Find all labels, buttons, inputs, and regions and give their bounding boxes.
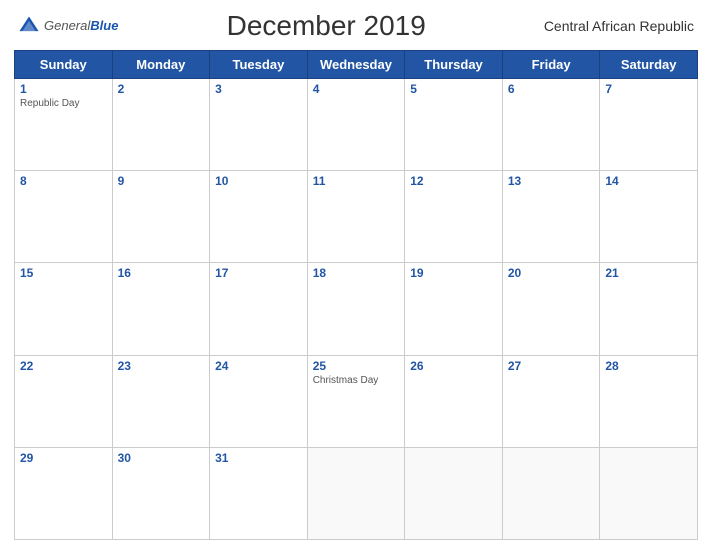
list-item: 20 [502, 263, 600, 355]
day-number: 30 [118, 451, 205, 465]
list-item: 30 [112, 447, 210, 539]
day-number: 21 [605, 266, 692, 280]
table-row: 89 10 11 12 13 14 [15, 171, 698, 263]
list-item: 2 [112, 79, 210, 171]
country-name: Central African Republic [534, 18, 694, 34]
col-wednesday: Wednesday [307, 51, 405, 79]
table-row: 15 16 17 18 19 20 21 [15, 263, 698, 355]
table-row: 1 Republic Day 234567 [15, 79, 698, 171]
list-item: 18 [307, 263, 405, 355]
list-item: 11 [307, 171, 405, 263]
col-tuesday: Tuesday [210, 51, 308, 79]
day-number: 26 [410, 359, 497, 373]
day-number: 4 [313, 82, 400, 96]
day-number: 16 [118, 266, 205, 280]
list-item: 3 [210, 79, 308, 171]
list-item: 8 [15, 171, 113, 263]
day-number: 28 [605, 359, 692, 373]
days-of-week-row: Sunday Monday Tuesday Wednesday Thursday… [15, 51, 698, 79]
day-number: 20 [508, 266, 595, 280]
list-item: 31 [210, 447, 308, 539]
day-number: 29 [20, 451, 107, 465]
day-number: 27 [508, 359, 595, 373]
list-item: 16 [112, 263, 210, 355]
list-item: 10 [210, 171, 308, 263]
list-item [502, 447, 600, 539]
list-item: 28 [600, 355, 698, 447]
holiday-name: Christmas Day [313, 375, 400, 386]
month-title: December 2019 [118, 10, 534, 42]
day-number: 11 [313, 174, 400, 188]
day-number: 22 [20, 359, 107, 373]
day-number: 24 [215, 359, 302, 373]
list-item: 14 [600, 171, 698, 263]
list-item: 26 [405, 355, 503, 447]
list-item: 5 [405, 79, 503, 171]
day-number: 31 [215, 451, 302, 465]
day-number: 3 [215, 82, 302, 96]
list-item [405, 447, 503, 539]
holiday-name: Republic Day [20, 98, 107, 109]
day-number: 18 [313, 266, 400, 280]
list-item: 24 [210, 355, 308, 447]
logo-general: General [44, 18, 90, 33]
logo-text: GeneralBlue [44, 17, 118, 35]
day-number: 17 [215, 266, 302, 280]
calendar-container: GeneralBlue December 2019 Central Africa… [0, 0, 712, 550]
logo: GeneralBlue [18, 15, 118, 37]
col-monday: Monday [112, 51, 210, 79]
list-item [600, 447, 698, 539]
day-number: 10 [215, 174, 302, 188]
day-number: 25 [313, 359, 400, 373]
list-item: 15 [15, 263, 113, 355]
day-number: 6 [508, 82, 595, 96]
list-item: 9 [112, 171, 210, 263]
table-row: 22 23 24 25 Christmas Day 26 27 28 [15, 355, 698, 447]
list-item: 12 [405, 171, 503, 263]
list-item [307, 447, 405, 539]
list-item: 21 [600, 263, 698, 355]
list-item: 22 [15, 355, 113, 447]
list-item: 7 [600, 79, 698, 171]
list-item: 27 [502, 355, 600, 447]
day-number: 7 [605, 82, 692, 96]
list-item: 23 [112, 355, 210, 447]
day-number: 1 [20, 82, 107, 96]
day-number: 13 [508, 174, 595, 188]
day-number: 14 [605, 174, 692, 188]
day-number: 9 [118, 174, 205, 188]
logo-icon [18, 15, 40, 37]
day-number: 19 [410, 266, 497, 280]
day-number: 5 [410, 82, 497, 96]
list-item: 29 [15, 447, 113, 539]
day-number: 23 [118, 359, 205, 373]
col-sunday: Sunday [15, 51, 113, 79]
logo-blue: Blue [90, 18, 118, 33]
day-number: 15 [20, 266, 107, 280]
day-number: 2 [118, 82, 205, 96]
list-item: 4 [307, 79, 405, 171]
table-row: 29 30 31 [15, 447, 698, 539]
list-item: 25 Christmas Day [307, 355, 405, 447]
col-saturday: Saturday [600, 51, 698, 79]
list-item: 13 [502, 171, 600, 263]
list-item: 19 [405, 263, 503, 355]
calendar-table: Sunday Monday Tuesday Wednesday Thursday… [14, 50, 698, 540]
calendar-header: GeneralBlue December 2019 Central Africa… [14, 10, 698, 42]
list-item: 6 [502, 79, 600, 171]
list-item: 1 Republic Day [15, 79, 113, 171]
day-number: 12 [410, 174, 497, 188]
list-item: 17 [210, 263, 308, 355]
col-friday: Friday [502, 51, 600, 79]
col-thursday: Thursday [405, 51, 503, 79]
day-number: 8 [20, 174, 107, 188]
